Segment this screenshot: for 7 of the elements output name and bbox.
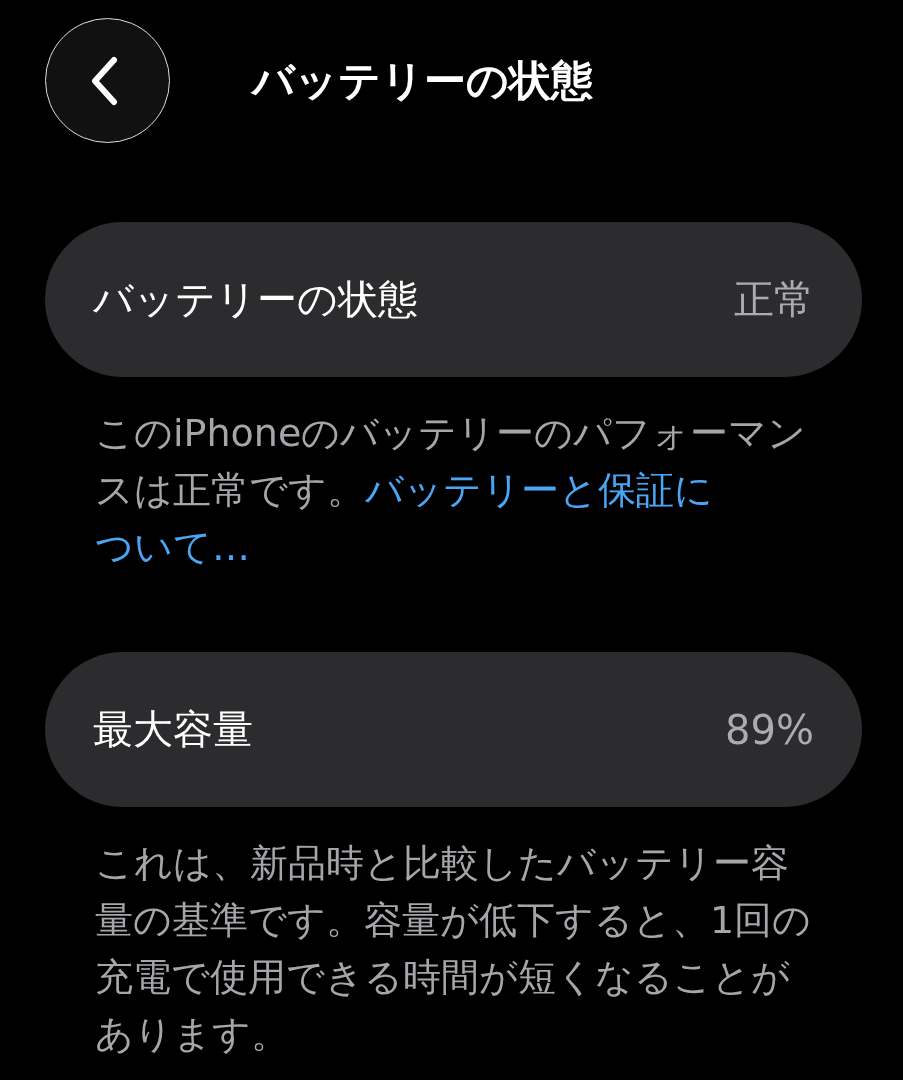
footer-text: このiPhoneのバッテリーのパフォーマンスは正常です。バッテリーと保証に ついて… bbox=[95, 410, 808, 571]
warranty-link[interactable]: ついて… bbox=[95, 525, 250, 569]
page-title: バッテリーの状態 bbox=[252, 54, 593, 107]
footer-text: これは、新品時と比較したバッテリー容量の基準です。容量が低下すると、1回の充電で使用できる時間が短くなることがあります。 bbox=[95, 840, 813, 1058]
setting-row: 最大容量 89% bbox=[45, 652, 862, 807]
warranty-link[interactable]: バッテリーと保証に bbox=[365, 468, 713, 512]
setting-row: バッテリーの状態 正常 bbox=[45, 222, 862, 377]
